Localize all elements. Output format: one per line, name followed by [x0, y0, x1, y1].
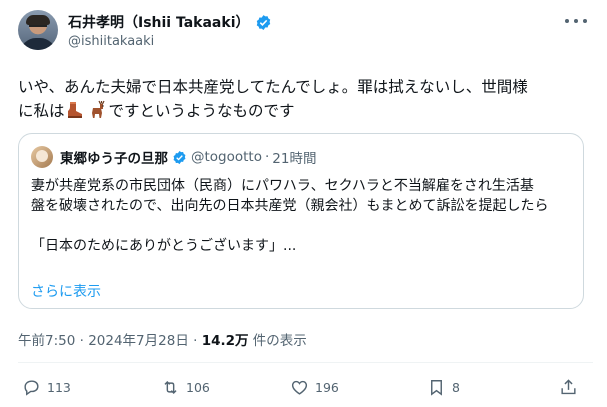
quoted-tweet-header: 東郷ゆう子の旦那 @togootto · 21時間 [31, 146, 316, 168]
quoted-timestamp[interactable]: 21時間 [272, 147, 316, 167]
share-button[interactable] [559, 378, 584, 397]
views-label: 件の表示 [248, 333, 307, 349]
quoted-tweet-body: 妻が共産党系の市民団体（民商）にパワハラ、セクハラと不当解雇をされ生活基 盤を破… [31, 178, 549, 254]
quoted-author-name[interactable]: 東郷ゆう子の旦那 [60, 147, 168, 167]
boot-emoji [67, 102, 82, 118]
tweet-text: いや、あんた夫婦で日本共産党してたんでしょ。罪は拭えないし、世間様 に私は ですと… [18, 75, 593, 123]
retweet-icon [164, 380, 177, 395]
quoted-tweet[interactable]: 東郷ゆう子の旦那 @togootto · 21時間 妻が共産党系の市民団体（民商… [18, 133, 584, 309]
author-avatar[interactable] [18, 10, 58, 50]
bookmark-button[interactable]: 8 [427, 378, 460, 397]
reply-icon [24, 380, 39, 396]
action-bar: 113 106 196 8 [18, 378, 593, 400]
tweet-timestamp[interactable]: 午前7:50 · 2024年7月28日 · 14.2万 件の表示 [18, 329, 307, 349]
verified-badge-icon [256, 14, 270, 30]
tweet-header: 石井孝明（Ishii Takaaki） @ishiitakaaki [18, 10, 593, 58]
like-count: 196 [315, 380, 339, 395]
quoted-author-handle[interactable]: @togootto [191, 149, 262, 165]
quoted-separator: · [265, 149, 270, 165]
reply-count: 113 [47, 380, 71, 395]
reply-button[interactable]: 113 [22, 378, 71, 397]
share-icon [561, 379, 576, 395]
quoted-verified-badge-icon [173, 150, 186, 164]
more-options-icon[interactable] [565, 14, 587, 28]
tweet-text-line2-before: に私は [18, 102, 65, 120]
like-button[interactable]: 196 [290, 378, 339, 397]
timestamp-text[interactable]: 午前7:50 · 2024年7月28日 · [18, 333, 202, 349]
retweet-button[interactable]: 106 [161, 378, 210, 397]
heart-icon [291, 380, 308, 395]
views-count: 14.2万 [201, 333, 249, 349]
author-handle[interactable]: @ishiitakaaki [68, 34, 154, 49]
bookmark-icon [431, 380, 442, 396]
quoted-author-avatar[interactable] [31, 146, 53, 168]
deer-emoji [91, 100, 105, 118]
retweet-count: 106 [186, 380, 210, 395]
show-more-link[interactable]: さらに表示 [31, 281, 101, 301]
author-name-line[interactable]: 石井孝明（Ishii Takaaki） [68, 12, 272, 32]
tweet-text-line1: いや、あんた夫婦で日本共産党してたんでしょ。罪は拭えないし、世間様 [18, 78, 528, 96]
author-display-name[interactable]: 石井孝明（Ishii Takaaki） [68, 12, 250, 32]
tweet-text-line2-after: ですというようなものです [108, 102, 295, 120]
bookmark-count: 8 [452, 380, 460, 395]
divider [18, 362, 593, 363]
